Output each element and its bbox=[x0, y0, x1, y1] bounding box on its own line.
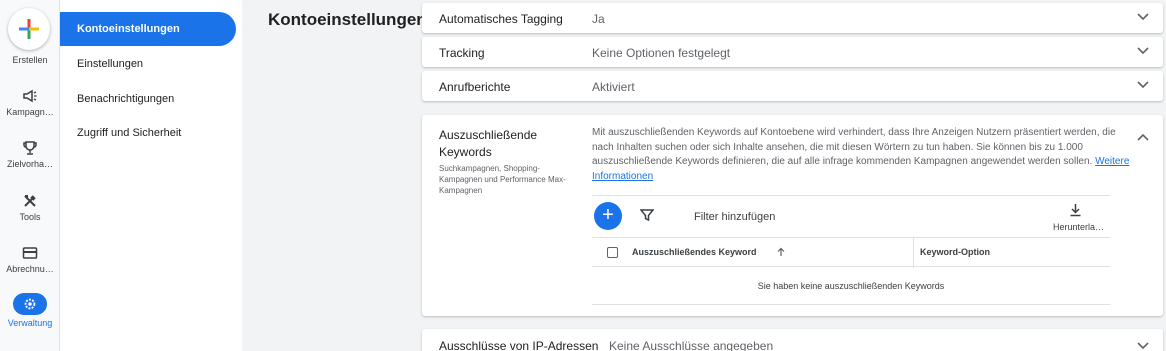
select-all-checkbox[interactable] bbox=[607, 247, 618, 258]
active-indicator bbox=[13, 293, 47, 315]
keywords-table-header: Auszuschließendes Keyword Keyword-Option bbox=[592, 237, 1110, 268]
setting-value: Aktiviert bbox=[592, 80, 635, 94]
rail-item-admin[interactable]: Verwaltung bbox=[0, 293, 60, 328]
negative-keywords-subtitle: Suchkampagnen, Shopping-Kampagnen und Pe… bbox=[439, 164, 566, 195]
column-divider bbox=[913, 238, 914, 268]
rail-label-campaigns: Kampagn… bbox=[6, 107, 54, 117]
trophy-icon bbox=[23, 141, 37, 155]
chevron-down-icon[interactable] bbox=[1137, 13, 1149, 21]
tools-icon bbox=[24, 195, 36, 207]
setting-row-ip-exclusions[interactable]: Ausschlüsse von IP-Adressen Keine Aussch… bbox=[422, 329, 1163, 351]
setting-label: Ausschlüsse von IP-Adressen bbox=[439, 339, 599, 351]
subnav-item-access-security[interactable]: Zugriff und Sicherheit bbox=[60, 116, 236, 150]
empty-state-row: Sie haben keine auszuschließenden Keywor… bbox=[592, 267, 1110, 305]
add-keyword-button[interactable]: + bbox=[594, 202, 622, 230]
subnav-item-account-settings[interactable]: Kontoeinstellungen bbox=[60, 12, 236, 46]
setting-row-tracking[interactable]: Tracking Keine Optionen festgelegt bbox=[422, 37, 1163, 67]
rail-label-admin: Verwaltung bbox=[7, 318, 53, 328]
megaphone-icon bbox=[23, 89, 37, 103]
negative-keywords-description: Mit auszuschließenden Keywords auf Konto… bbox=[592, 126, 1137, 184]
negative-keywords-title: Auszuschließende Keywords bbox=[439, 128, 538, 159]
rail-item-campaigns[interactable]: Kampagn… bbox=[0, 88, 60, 117]
keywords-toolbar: + Filter hinzufügen Herunterla… bbox=[592, 195, 1110, 237]
chevron-down-icon[interactable] bbox=[1137, 81, 1149, 89]
subnav-item-notifications[interactable]: Benachrichtigungen bbox=[60, 82, 236, 116]
rail-item-goals[interactable]: Zielvorha… bbox=[0, 140, 60, 169]
gear-icon bbox=[24, 298, 36, 310]
column-header-keyword[interactable]: Auszuschließendes Keyword bbox=[632, 247, 757, 257]
plus-multicolor-icon bbox=[19, 19, 39, 39]
download-icon[interactable] bbox=[1069, 203, 1082, 217]
setting-value: Keine Ausschlüsse angegeben bbox=[609, 339, 774, 351]
setting-value: Ja bbox=[592, 12, 605, 26]
rail-item-tools[interactable]: Tools bbox=[0, 193, 60, 222]
negative-keywords-card: Auszuschließende Keywords Suchkampagnen,… bbox=[422, 115, 1163, 316]
setting-label: Anrufberichte bbox=[439, 80, 511, 94]
rail-label-goals: Zielvorha… bbox=[6, 159, 53, 169]
description-text: Mit auszuschließenden Keywords auf Konto… bbox=[592, 127, 1116, 167]
page-title: Kontoeinstellungen bbox=[268, 10, 427, 29]
setting-label: Automatisches Tagging bbox=[439, 12, 563, 26]
arrow-up-icon[interactable] bbox=[777, 247, 785, 257]
left-rail: Erstellen Kampagn… Zielvorha… Tools Abre… bbox=[0, 0, 60, 351]
add-filter-label[interactable]: Filter hinzufügen bbox=[694, 211, 775, 223]
column-header-match-type[interactable]: Keyword-Option bbox=[920, 247, 990, 257]
chevron-up-icon[interactable] bbox=[1137, 133, 1149, 141]
filter-icon[interactable] bbox=[640, 209, 654, 221]
setting-row-call-reporting[interactable]: Anrufberichte Aktiviert bbox=[422, 71, 1163, 101]
chevron-down-icon[interactable] bbox=[1137, 47, 1149, 55]
create-button[interactable] bbox=[8, 8, 50, 50]
subnav-item-settings[interactable]: Einstellungen bbox=[60, 47, 236, 81]
setting-row-auto-tagging[interactable]: Automatisches Tagging Ja bbox=[422, 3, 1163, 33]
credit-card-icon bbox=[22, 247, 38, 259]
rail-label-billing: Abrechnu… bbox=[6, 264, 54, 274]
download-label[interactable]: Herunterla… bbox=[1053, 222, 1104, 232]
create-label: Erstellen bbox=[12, 55, 48, 65]
setting-label: Tracking bbox=[439, 46, 485, 60]
rail-label-tools: Tools bbox=[19, 212, 41, 222]
chevron-down-icon[interactable] bbox=[1137, 342, 1149, 350]
settings-nav: Kontoeinstellungen Einstellungen Benachr… bbox=[60, 0, 242, 351]
setting-value: Keine Optionen festgelegt bbox=[592, 46, 731, 60]
rail-item-billing[interactable]: Abrechnu… bbox=[0, 245, 60, 274]
